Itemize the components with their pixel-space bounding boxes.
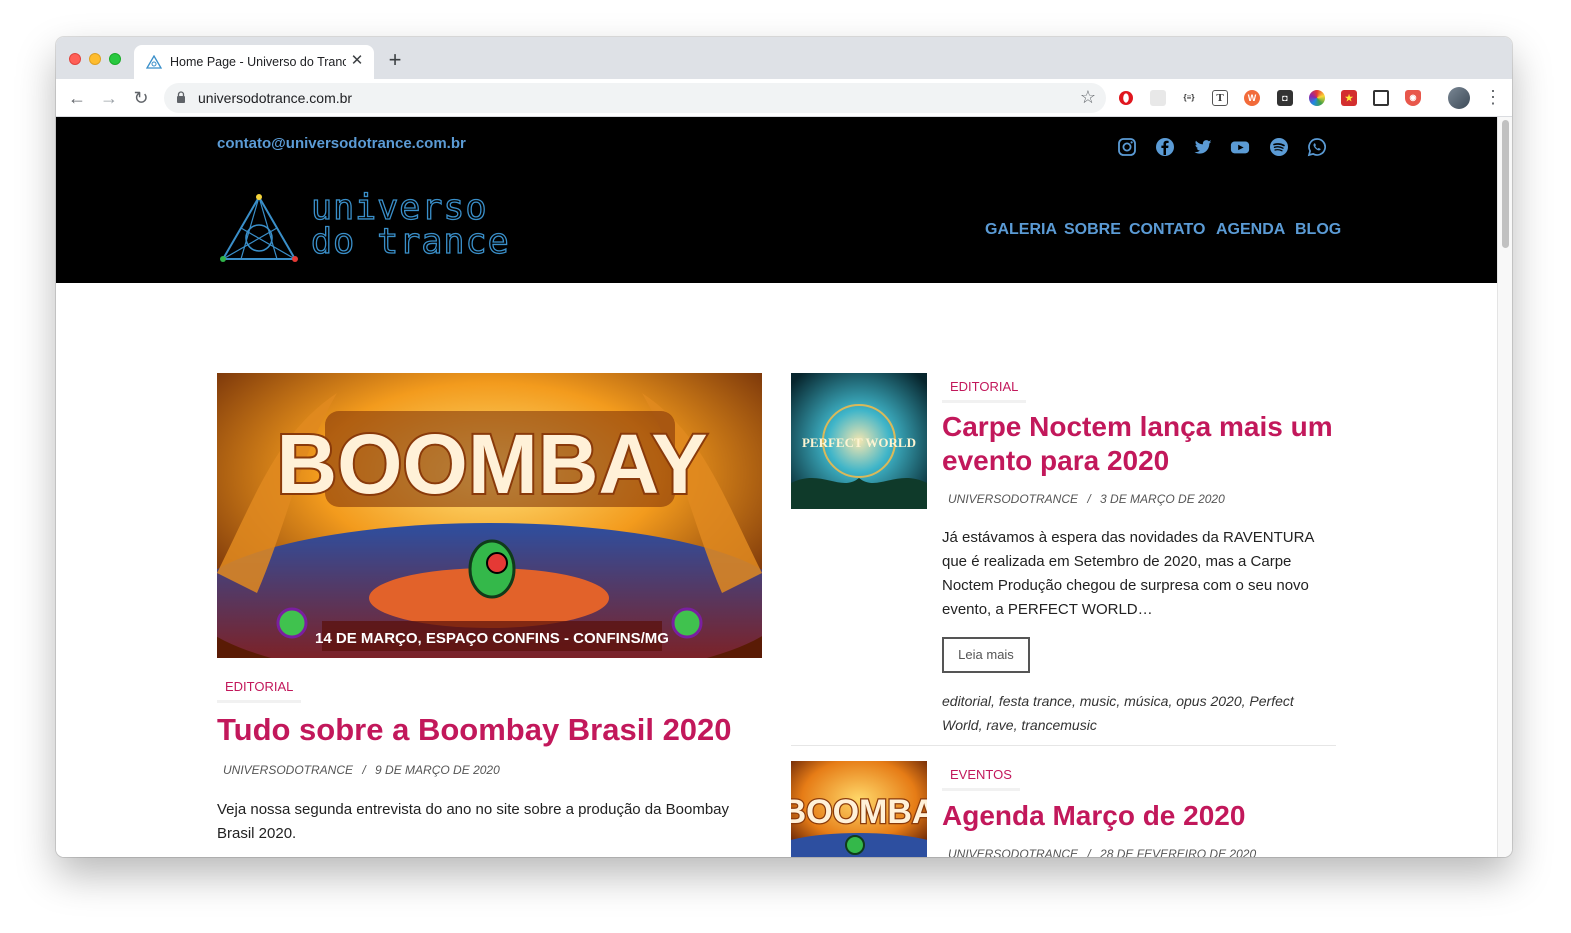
browser-menu-button[interactable]: ⋮ (1484, 87, 1502, 109)
whatsapp-icon[interactable] (1307, 137, 1327, 157)
boombay-poster-image: BOOMBAY 14 DE MARÇO, ESPAÇO CONFINS - CO… (217, 373, 762, 658)
perfect-world-poster-image: PERFECT WORLD (791, 373, 927, 509)
contact-email-link[interactable]: contato@universodotrance.com.br (217, 135, 466, 152)
triangle-logo-icon (146, 55, 162, 69)
meta-separator: / (362, 763, 366, 777)
side-post-1-category[interactable]: EDITORIAL (942, 379, 1027, 403)
browser-window: Home Page - Universo do Trance ✕ + ← → ↻… (56, 37, 1512, 857)
json-viewer-icon[interactable]: {≡} (1181, 90, 1197, 106)
meta-separator: / (1087, 847, 1091, 857)
post-divider (791, 745, 1336, 746)
tag-link[interactable]: editorial (942, 693, 991, 709)
poster-caption-text: 14 DE MARÇO, ESPAÇO CONFINS - CONFINS/MG (315, 630, 669, 647)
spotify-icon[interactable] (1269, 137, 1289, 157)
forward-button[interactable]: → (98, 87, 120, 109)
tab-title: Home Page - Universo do Trance (170, 55, 346, 69)
post-author[interactable]: UNIVERSODOTRANCE (948, 492, 1078, 506)
close-window-button[interactable] (69, 53, 81, 65)
wordpress-icon[interactable]: W (1244, 90, 1260, 106)
side-post-1-meta: UNIVERSODOTRANCE / 3 DE MARÇO DE 2020 (948, 492, 1225, 506)
site-logo[interactable]: universo do trance (219, 188, 519, 265)
tab-strip: Home Page - Universo do Trance ✕ + (56, 37, 1512, 79)
poster-title-text: BOOMBAY (277, 417, 708, 511)
tag-link[interactable]: music (1080, 693, 1117, 709)
close-tab-icon[interactable]: ✕ (348, 52, 366, 70)
scrollbar-thumb[interactable] (1502, 120, 1509, 248)
opera-icon[interactable] (1118, 90, 1134, 106)
logo-line-1: universo (310, 188, 488, 228)
bookmark-star-icon[interactable]: ☆ (1080, 87, 1096, 108)
tag-link[interactable]: opus 2020 (1176, 693, 1241, 709)
facebook-icon[interactable] (1155, 137, 1175, 157)
featured-post-title[interactable]: Tudo sobre a Boombay Brasil 2020 (217, 712, 732, 748)
zoom-window-button[interactable] (109, 53, 121, 65)
minimize-window-button[interactable] (89, 53, 101, 65)
perfect-world-poster-text: PERFECT WORLD (802, 435, 916, 450)
nav-blog[interactable]: BLOG (1295, 221, 1341, 239)
profile-avatar[interactable] (1448, 87, 1470, 109)
nav-galeria[interactable]: GALERIA (985, 221, 1057, 239)
nav-agenda[interactable]: AGENDA (1216, 221, 1285, 239)
side-post-1-image[interactable]: PERFECT WORLD (791, 373, 927, 509)
url-text: universodotrance.com.br (198, 90, 353, 106)
address-bar[interactable]: universodotrance.com.br ☆ (164, 83, 1106, 113)
twitter-icon[interactable] (1193, 137, 1213, 157)
tag-link[interactable]: trancemusic (1021, 717, 1096, 733)
text-tool-icon[interactable]: T (1212, 90, 1228, 106)
browser-toolbar: ← → ↻ universodotrance.com.br ☆ {≡} T W … (56, 79, 1512, 117)
post-author[interactable]: UNIVERSODOTRANCE (223, 763, 353, 777)
new-tab-button[interactable]: + (384, 49, 406, 72)
post-author[interactable]: UNIVERSODOTRANCE (948, 847, 1078, 857)
tag-link[interactable]: música (1124, 693, 1168, 709)
featured-post-meta: UNIVERSODOTRANCE / 9 DE MARÇO DE 2020 (223, 763, 500, 777)
youtube-icon[interactable] (1230, 137, 1250, 157)
instagram-icon[interactable] (1117, 137, 1137, 157)
color-picker-icon[interactable] (1309, 90, 1325, 106)
nav-sobre[interactable]: SOBRE (1064, 221, 1121, 239)
side-post-2-meta: UNIVERSODOTRANCE / 28 DE FEVEREIRO DE 20… (948, 847, 1256, 857)
logo-wordmark: universo do trance (310, 188, 510, 262)
boombay-thumbnail-image: BOOMBA (791, 761, 927, 857)
side-post-2-category[interactable]: EVENTOS (942, 767, 1020, 791)
meta-separator: / (1087, 492, 1091, 506)
shield-extension-icon[interactable]: ◉ (1405, 90, 1421, 106)
side-post-1-title[interactable]: Carpe Noctem lança mais um evento para 2… (942, 410, 1342, 478)
side-post-1-tags: editorial, festa trance, music, música, … (942, 693, 1294, 733)
vpn-icon[interactable]: ◘ (1277, 90, 1293, 106)
web-page: contato@universodotrance.com.br universo… (56, 117, 1497, 857)
thumbnail-poster-text: BOOMBA (791, 793, 927, 831)
featured-category-link[interactable]: EDITORIAL (217, 679, 302, 703)
reload-button[interactable]: ↻ (130, 87, 152, 109)
browser-tab-active[interactable]: Home Page - Universo do Trance ✕ (134, 45, 374, 79)
back-button[interactable]: ← (66, 87, 88, 109)
post-date[interactable]: 3 DE MARÇO DE 2020 (1100, 492, 1225, 506)
post-date[interactable]: 9 DE MARÇO DE 2020 (375, 763, 500, 777)
side-post-2-image[interactable]: BOOMBA (791, 761, 927, 857)
star-extension-icon[interactable]: ★ (1341, 90, 1357, 106)
triangle-logo-icon (220, 194, 298, 262)
post-date[interactable]: 28 DE FEVEREIRO DE 2020 (1100, 847, 1256, 857)
lock-icon (177, 91, 185, 103)
page-scrollbar[interactable] (1497, 117, 1512, 857)
side-post-1-excerpt: Já estávamos à espera das novidades da R… (942, 529, 1314, 618)
blank-extension-icon[interactable] (1150, 90, 1166, 106)
read-more-button[interactable]: Leia mais (942, 637, 1030, 673)
featured-post-image[interactable]: BOOMBAY 14 DE MARÇO, ESPAÇO CONFINS - CO… (217, 373, 762, 658)
site-header: contato@universodotrance.com.br universo… (56, 117, 1497, 283)
screenshot-icon[interactable] (1373, 90, 1389, 106)
logo-line-2: do trance (310, 222, 510, 262)
side-post-2-title[interactable]: Agenda Março de 2020 (942, 800, 1245, 832)
tag-link[interactable]: festa trance (999, 693, 1072, 709)
tag-link[interactable]: rave (986, 717, 1013, 733)
nav-contato[interactable]: CONTATO (1129, 221, 1205, 239)
featured-post-excerpt: Veja nossa segunda entrevista do ano no … (217, 801, 730, 842)
